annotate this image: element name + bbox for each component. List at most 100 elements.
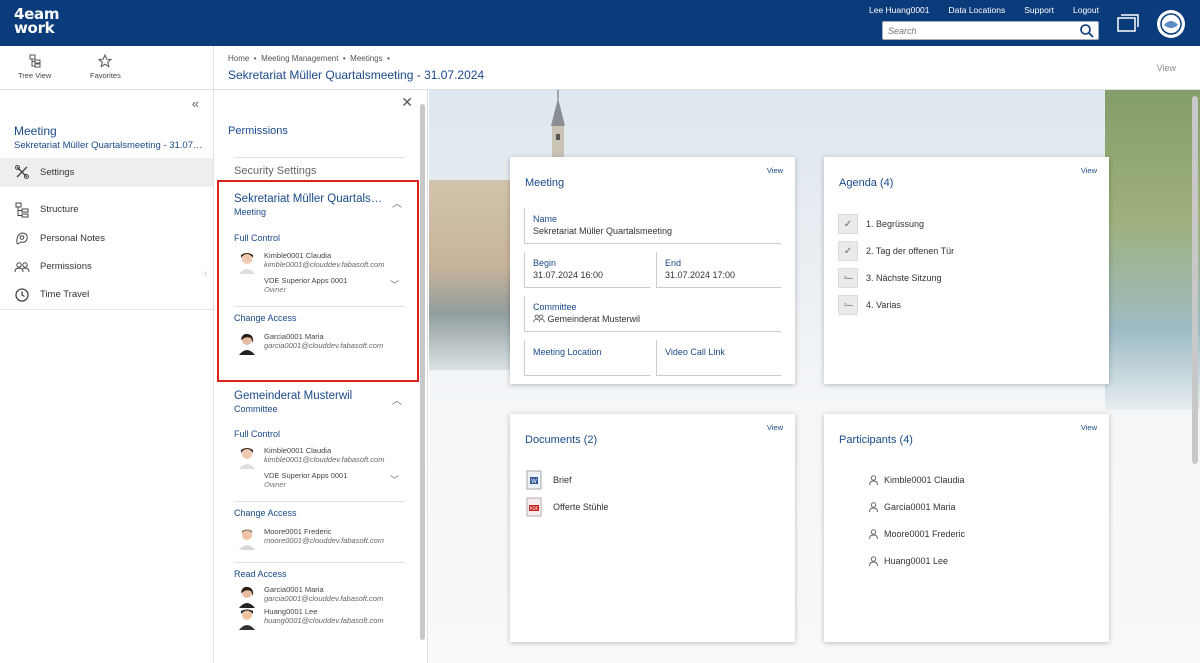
nav-toolbar: Tree View Favorites: [0, 46, 213, 90]
security-settings-heading: Security Settings: [234, 157, 404, 177]
search-icon[interactable]: [1079, 23, 1095, 39]
breadcrumb-bar: Home • Meeting Management • Meetings • S…: [214, 46, 1200, 90]
meeting-view-link[interactable]: View: [767, 166, 783, 175]
agenda-item[interactable]: ✓ 1. Begrüssung: [838, 214, 924, 234]
collapse-nav-icon[interactable]: «: [192, 96, 199, 111]
document-item[interactable]: W Brief: [525, 470, 572, 490]
main-scrollbar[interactable]: [1192, 96, 1198, 464]
full-control-label: Full Control: [234, 429, 281, 439]
nav-item-personal-notes[interactable]: Personal Notes: [0, 224, 213, 253]
tree-view-button[interactable]: Tree View: [18, 54, 51, 80]
highlight-box: [217, 180, 419, 382]
nav-context: Meeting Sekretariat Müller Quartalsmeeti…: [14, 124, 204, 151]
agenda-item[interactable]: ▫– 3. Nächste Sitzung: [838, 268, 942, 288]
person-icon: [869, 502, 878, 512]
agenda-view-link[interactable]: View: [1081, 166, 1097, 175]
word-document-icon: W: [526, 470, 542, 490]
pending-icon: ▫–: [838, 295, 858, 315]
main-dashboard: Meeting View Name Sekretariat Müller Qua…: [429, 90, 1200, 663]
participants-card: Participants (4) View Kimble0001 Claudia…: [824, 414, 1109, 642]
nav-item-permissions[interactable]: Permissions: [0, 253, 213, 282]
committee-field[interactable]: Committee Gemeinderat Musterwil: [524, 296, 781, 332]
meeting-location-field[interactable]: Meeting Location: [524, 340, 650, 376]
structure-icon: [15, 202, 29, 218]
page-title: Sekretariat Müller Quartalsmeeting - 31.…: [228, 68, 485, 82]
expand-arrow-icon[interactable]: ‹: [204, 268, 207, 279]
person-icon: [869, 529, 878, 539]
windows-icon[interactable]: [1116, 13, 1140, 33]
card-title: Meeting: [525, 177, 565, 189]
participant-item[interactable]: Moore0001 Frederic: [869, 529, 965, 539]
change-access-label: Change Access: [234, 508, 297, 518]
end-field[interactable]: End 31.07.2024 17:00: [656, 252, 781, 288]
logout-link[interactable]: Logout: [1073, 5, 1099, 15]
support-link[interactable]: Support: [1024, 5, 1054, 15]
breadcrumb-home[interactable]: Home: [228, 54, 249, 63]
permission-group-committee: Gemeinderat Musterwil ︿ Committee Full C…: [234, 390, 404, 632]
favorites-button[interactable]: Favorites: [90, 54, 121, 80]
data-locations-link[interactable]: Data Locations: [949, 5, 1006, 15]
chevron-down-icon[interactable]: ﹀: [390, 473, 399, 486]
tree-view-icon: [29, 54, 41, 68]
permission-person[interactable]: Huang0001 Lee huang0001@clouddev.fabasof…: [234, 606, 404, 632]
document-item[interactable]: PDF Offerte Stühle: [525, 497, 608, 517]
agenda-item[interactable]: ✓ 2. Tag der offenen Tür: [838, 241, 954, 261]
name-field[interactable]: Name Sekretariat Müller Quartalsmeeting: [524, 208, 781, 244]
group-subtitle: Committee: [234, 404, 278, 414]
star-icon: [98, 54, 113, 68]
nav-item-time-travel[interactable]: Time Travel: [0, 281, 213, 310]
begin-field[interactable]: Begin 31.07.2024 16:00: [524, 252, 650, 288]
person-icon: [869, 556, 878, 566]
group-title[interactable]: Gemeinderat Musterwil: [234, 390, 384, 402]
nav-item-settings[interactable]: Settings: [0, 158, 213, 187]
participants-view-link[interactable]: View: [1081, 423, 1097, 432]
close-icon[interactable]: ✕: [401, 94, 413, 111]
clock-icon: [15, 288, 29, 302]
permission-person[interactable]: Moore0001 Frederic moore0001@clouddev.fa…: [234, 526, 404, 552]
chevron-up-icon[interactable]: ︿: [392, 392, 402, 407]
church-tower-image: [551, 90, 565, 160]
header-links: Lee Huang0001 Data Locations Support Log…: [869, 5, 1099, 15]
documents-card: Documents (2) View W Brief PDF Offerte S…: [510, 414, 795, 642]
search-box: [882, 21, 1099, 40]
permission-role[interactable]: VDE Superior Apps 0001 Owner ﹀: [234, 471, 404, 495]
user-name-link[interactable]: Lee Huang0001: [869, 5, 930, 15]
top-bar: 4eam work Lee Huang0001 Data Locations S…: [0, 0, 1200, 46]
agenda-item[interactable]: ▫– 4. Varias: [838, 295, 901, 315]
card-title: Participants (4): [839, 434, 913, 446]
video-call-link-field[interactable]: Video Call Link: [656, 340, 781, 376]
nav-item-structure[interactable]: Structure: [0, 196, 213, 225]
participant-item[interactable]: Kimble0001 Claudia: [869, 475, 965, 485]
breadcrumb-meeting-management[interactable]: Meeting Management: [261, 54, 338, 63]
user-avatar-icon[interactable]: [1156, 9, 1186, 39]
view-link[interactable]: View: [1157, 63, 1176, 73]
avatar: [239, 448, 255, 469]
avatar: [239, 609, 255, 630]
participant-item[interactable]: Huang0001 Lee: [869, 556, 948, 566]
notes-icon: [16, 232, 28, 245]
breadcrumb-meetings[interactable]: Meetings: [350, 54, 382, 63]
card-title: Documents (2): [525, 434, 598, 446]
person-icon: [869, 475, 878, 485]
meeting-card: Meeting View Name Sekretariat Müller Qua…: [510, 157, 795, 384]
context-type: Meeting: [14, 124, 57, 138]
pending-icon: ▫–: [838, 268, 858, 288]
pdf-document-icon: PDF: [526, 497, 542, 517]
search-input[interactable]: [883, 22, 1073, 39]
agenda-card: Agenda (4) View ✓ 1. Begrüssung ✓ 2. Tag…: [824, 157, 1109, 384]
documents-view-link[interactable]: View: [767, 423, 783, 432]
card-title: Agenda (4): [839, 177, 894, 189]
permission-person[interactable]: Kimble0001 Claudia kimble0001@clouddev.f…: [234, 445, 404, 471]
nav-list: Settings Structure Personal Notes Permis…: [0, 158, 213, 310]
participant-item[interactable]: Garcia0001 Maria: [869, 502, 956, 512]
background-scenery: [429, 180, 514, 370]
permissions-scrollbar[interactable]: [420, 104, 425, 640]
people-icon: [14, 262, 30, 272]
svg-text:PDF: PDF: [530, 506, 539, 512]
app-logo[interactable]: 4eam work: [14, 7, 59, 36]
background-trees: [1105, 90, 1200, 410]
check-icon: ✓: [838, 241, 858, 261]
left-navigation: Tree View Favorites « Meeting Sekretaria…: [0, 46, 214, 663]
context-name[interactable]: Sekretariat Müller Quartalsmeeting - 31.…: [14, 140, 204, 151]
avatar: [239, 529, 255, 550]
